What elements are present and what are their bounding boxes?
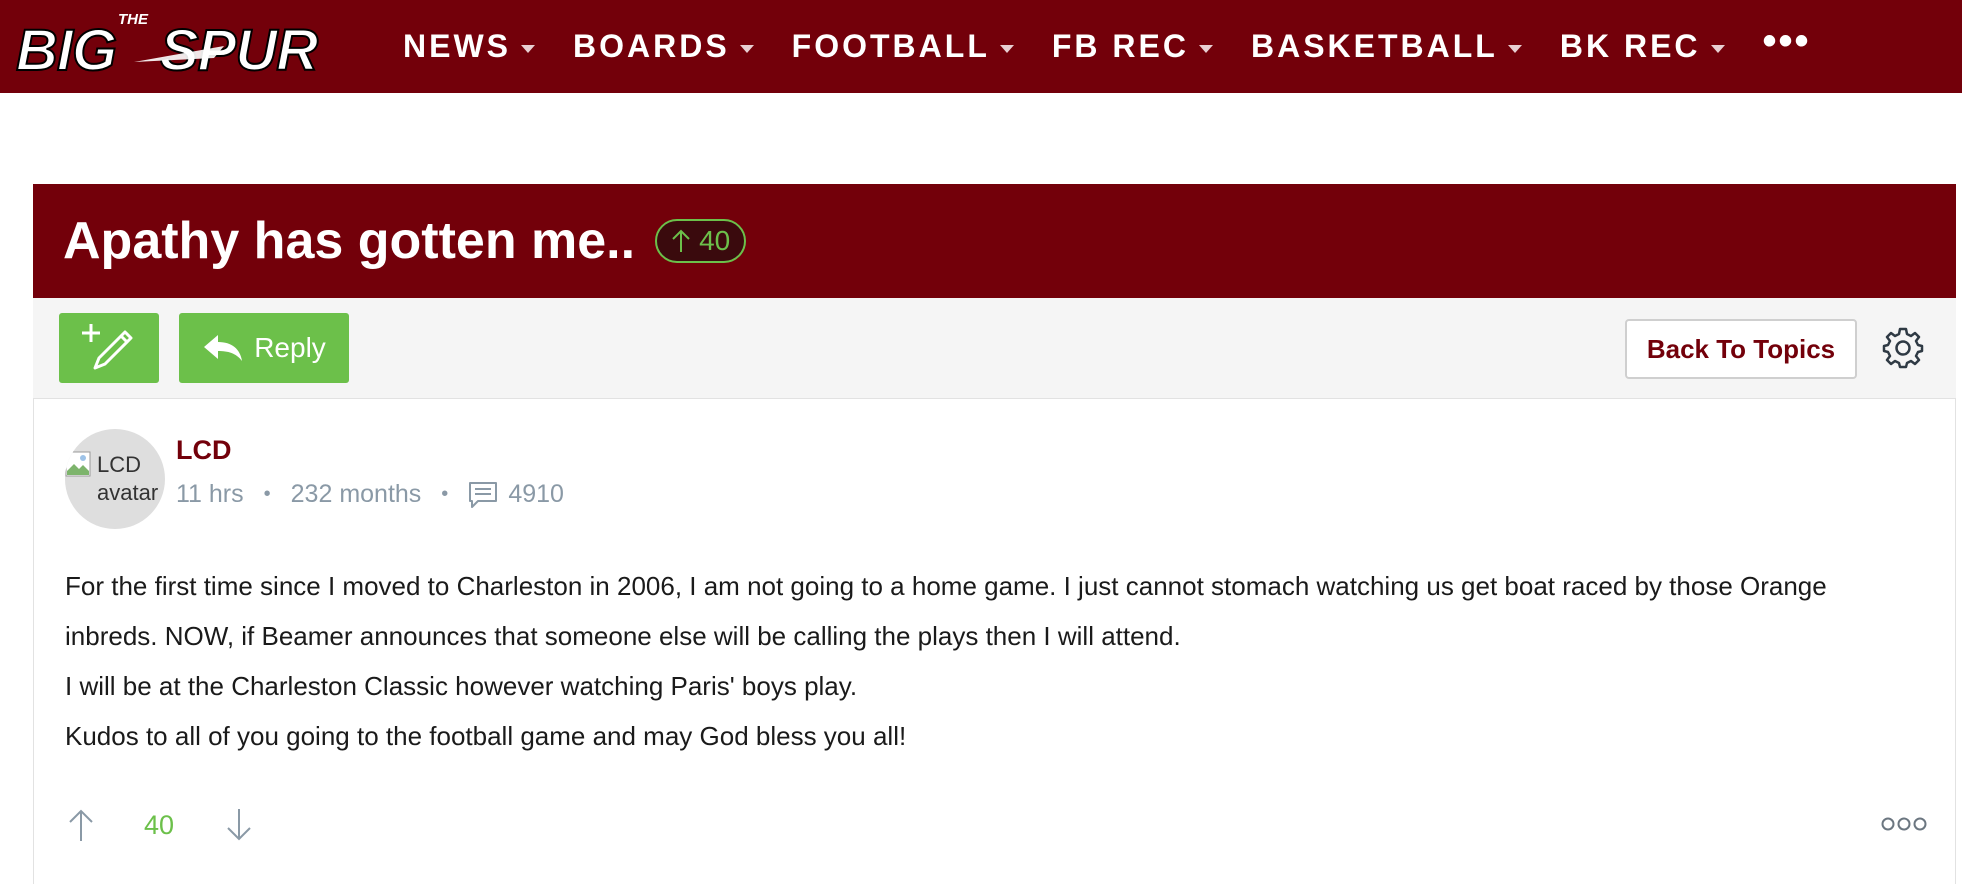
nav-bk-rec[interactable]: BK REC xyxy=(1560,28,1725,65)
downvote-button[interactable] xyxy=(222,805,256,845)
thread-score: 40 xyxy=(699,225,731,256)
main-nav: NEWS BOARDS FOOTBALL FB REC BASKETBALL B… xyxy=(403,0,1811,93)
svg-text:THE: THE xyxy=(118,11,149,28)
post-author[interactable]: LCD xyxy=(176,435,232,466)
nav-more-icon[interactable]: ••• xyxy=(1763,19,1811,64)
thread-toolbar: Reply Back To Topics xyxy=(33,298,1956,399)
more-dots-icon xyxy=(1881,817,1927,831)
post-paragraph: For the first time since I moved to Char… xyxy=(65,571,1827,651)
comment-icon xyxy=(469,481,498,508)
thread-title: Apathy has gotten me.. xyxy=(63,212,636,270)
chevron-down-icon xyxy=(1198,44,1213,53)
chevron-down-icon xyxy=(999,44,1014,53)
post-meta: 11 hrs • 232 months • 4910 xyxy=(176,480,564,509)
post-paragraph: Kudos to all of you going to the footbal… xyxy=(65,721,907,751)
thread-header: Apathy has gotten me.. 40 xyxy=(33,184,1956,298)
reply-arrow-icon xyxy=(204,335,243,361)
arrow-down-icon xyxy=(227,809,251,841)
nav-basketball-label: BASKETBALL xyxy=(1250,28,1498,64)
meta-separator: • xyxy=(263,483,271,505)
nav-football-label: FOOTBALL xyxy=(791,28,990,64)
pencil-plus-icon xyxy=(82,324,133,370)
post-body: For the first time since I moved to Char… xyxy=(65,561,1925,761)
settings-button[interactable] xyxy=(1881,326,1925,370)
nav-boards-label: BOARDS xyxy=(573,28,730,64)
new-post-button[interactable] xyxy=(59,313,159,383)
upvote-button[interactable] xyxy=(64,805,98,845)
avatar[interactable]: LCD avatar xyxy=(65,429,165,529)
nav-bk-rec-label: BK REC xyxy=(1559,28,1701,64)
nav-news[interactable]: NEWS xyxy=(403,28,535,65)
bigspur-logo[interactable]: THE BIG SPUR xyxy=(14,6,364,86)
nav-news-label: NEWS xyxy=(403,28,511,64)
member-tenure: 232 months xyxy=(290,480,422,508)
back-to-topics-button[interactable]: Back To Topics xyxy=(1625,319,1857,379)
thread-score-badge: 40 xyxy=(655,219,747,263)
meta-separator: • xyxy=(441,483,449,505)
chevron-down-icon xyxy=(521,44,535,53)
reply-button[interactable]: Reply xyxy=(179,313,349,383)
svg-text:SPUR: SPUR xyxy=(160,18,318,83)
gear-icon xyxy=(1882,327,1924,369)
post-card: LCD avatar LCD 11 hrs • 232 months • 491… xyxy=(33,399,1956,884)
nav-fb-rec[interactable]: FB REC xyxy=(1052,28,1213,65)
arrow-up-icon xyxy=(672,229,690,252)
nav-basketball[interactable]: BASKETBALL xyxy=(1251,28,1522,65)
post-time: 11 hrs xyxy=(176,480,244,508)
reply-label: Reply xyxy=(254,332,326,363)
nav-fb-rec-label: FB REC xyxy=(1051,28,1189,64)
post-paragraph: I will be at the Charleston Classic howe… xyxy=(65,671,858,701)
post-count: 4910 xyxy=(508,480,564,508)
svg-text:BIG: BIG xyxy=(16,18,116,83)
nav-football[interactable]: FOOTBALL xyxy=(792,28,1014,65)
post-options-button[interactable] xyxy=(1880,813,1928,835)
nav-boards[interactable]: BOARDS xyxy=(573,28,754,65)
chevron-down-icon xyxy=(1710,44,1725,53)
top-navigation: THE BIG SPUR NEWS BOARDS FOOTBALL FB REC… xyxy=(0,0,1962,93)
avatar-alt-text: avatar xyxy=(97,480,159,505)
post-score: 40 xyxy=(144,810,175,840)
arrow-up-icon xyxy=(69,809,93,841)
chevron-down-icon xyxy=(1507,44,1522,53)
broken-image-icon xyxy=(65,451,91,477)
avatar-alt-text: LCD xyxy=(97,452,142,477)
chevron-down-icon xyxy=(739,44,754,53)
